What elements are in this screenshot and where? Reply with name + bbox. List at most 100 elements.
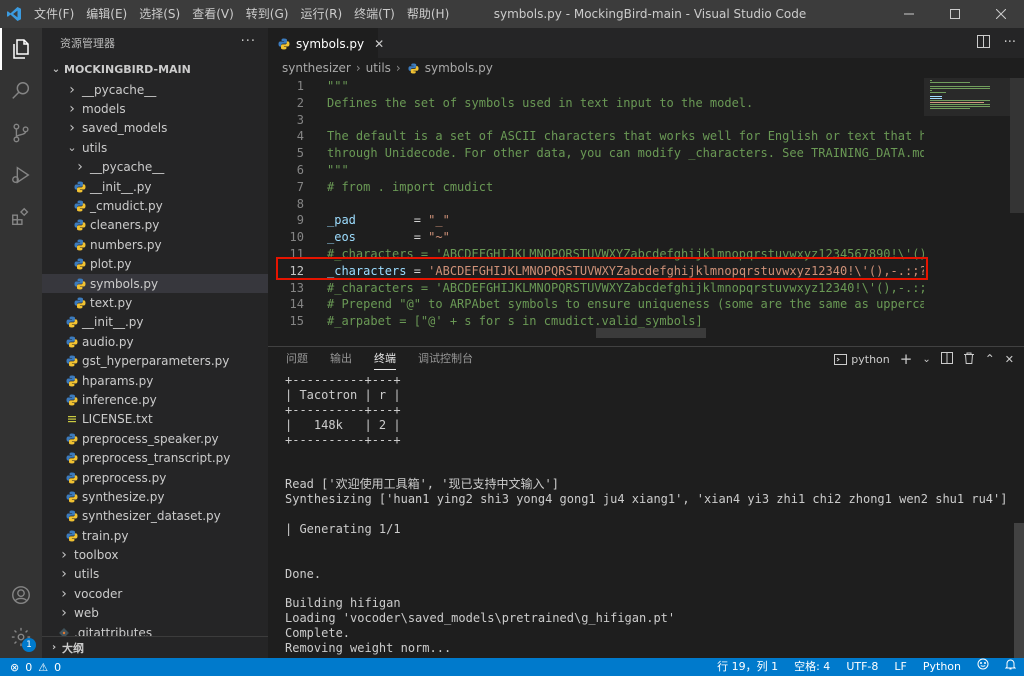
more-actions-button[interactable]: ··· <box>241 34 256 49</box>
panel-tab[interactable]: 调试控制台 <box>418 350 473 370</box>
menu-item[interactable]: 终端(T) <box>348 0 401 28</box>
tree-file[interactable]: __init__.py <box>42 313 268 332</box>
line-number: 15 <box>289 314 304 329</box>
indentation[interactable]: 空格: 4 <box>786 658 838 676</box>
menu-item[interactable]: 转到(G) <box>240 0 295 28</box>
menu-item[interactable]: 查看(V) <box>186 0 240 28</box>
problems-status[interactable]: ⊗ 0 ⚠ 0 <box>0 661 61 674</box>
tree-file[interactable]: inference.py <box>42 390 268 409</box>
code-line[interactable]: 9 _pad = "_" <box>268 212 924 229</box>
extensions-icon[interactable] <box>0 196 42 238</box>
tree-folder[interactable]: › utils <box>42 565 268 584</box>
menu-item[interactable]: 编辑(E) <box>80 0 133 28</box>
tree-file[interactable]: gst_hyperparameters.py <box>42 351 268 370</box>
code-line[interactable]: 3 <box>268 112 924 129</box>
tree-file[interactable]: synthesize.py <box>42 487 268 506</box>
tree-folder[interactable]: › web <box>42 604 268 623</box>
minimize-button[interactable] <box>886 0 932 28</box>
editor-horizontal-scrollbar[interactable] <box>596 328 706 338</box>
menu-item[interactable]: 文件(F) <box>28 0 80 28</box>
chevron-down-icon[interactable]: ⌄ <box>922 354 930 365</box>
tree-file[interactable]: __init__.py <box>42 177 268 196</box>
tree-file[interactable]: plot.py <box>42 255 268 274</box>
menu-item[interactable]: 运行(R) <box>294 0 348 28</box>
menu-item[interactable]: 选择(S) <box>133 0 186 28</box>
code-line[interactable]: 14 # Prepend "@" to ARPAbet symbols to en… <box>268 296 924 313</box>
trash-icon[interactable] <box>963 352 975 367</box>
panel-tab[interactable]: 输出 <box>330 350 352 370</box>
breadcrumb-item-symbols[interactable]: symbols.py <box>425 61 493 75</box>
code-editor[interactable]: 1 """ 2 Defines the set of symbols used in … <box>268 78 924 346</box>
close-window-button[interactable] <box>978 0 1024 28</box>
tree-file[interactable]: preprocess.py <box>42 468 268 487</box>
run-debug-icon[interactable] <box>0 154 42 196</box>
split-terminal-icon[interactable] <box>940 351 953 367</box>
tree-file[interactable]: symbols.py <box>42 273 268 294</box>
close-tab-icon[interactable]: ✕ <box>374 37 384 51</box>
tree-file[interactable]: train.py <box>42 526 268 545</box>
tree-file[interactable]: synthesizer_dataset.py <box>42 507 268 526</box>
code-line[interactable]: 10 _eos = "~" <box>268 229 924 246</box>
tree-folder[interactable]: › saved_models <box>42 119 268 138</box>
notifications-bell-icon[interactable] <box>997 658 1024 676</box>
tree-file[interactable]: LICENSE.txt <box>42 410 268 429</box>
search-icon[interactable] <box>0 70 42 112</box>
tab-symbols-py[interactable]: symbols.py ✕ <box>268 28 384 58</box>
minimap[interactable] <box>924 78 1010 346</box>
cursor-position[interactable]: 行 19，列 1 <box>709 658 786 676</box>
tree-folder[interactable]: › vocoder <box>42 584 268 603</box>
tree-file[interactable]: text.py <box>42 293 268 312</box>
manage-gear-icon[interactable]: 1 <box>0 616 42 658</box>
menu-item[interactable]: 帮助(H) <box>401 0 455 28</box>
language-mode[interactable]: Python <box>915 658 969 676</box>
source-control-icon[interactable] <box>0 112 42 154</box>
code-line[interactable]: 4 The default is a set of ASCII character… <box>268 128 924 145</box>
feedback-icon[interactable] <box>969 658 997 676</box>
tree-file[interactable]: hparams.py <box>42 371 268 390</box>
tree-folder[interactable]: › __pycache__ <box>42 158 268 177</box>
terminal-output[interactable]: +----------+---+ | Tacotron | r | +-------… <box>285 373 1005 657</box>
code-line[interactable]: 2 Defines the set of symbols used in text… <box>268 95 924 112</box>
tree-file[interactable]: audio.py <box>42 332 268 351</box>
outline-section[interactable]: › 大纲 <box>42 636 268 658</box>
code-token: = <box>355 230 429 245</box>
tree-file[interactable]: preprocess_speaker.py <box>42 429 268 448</box>
panel-tab[interactable]: 终端 <box>374 350 396 370</box>
code-line[interactable]: 7 # from . import cmudict <box>268 179 924 196</box>
code-line[interactable]: 13 #_characters = 'ABCDEFGHIJKLMNOPQRSTUV… <box>268 280 924 297</box>
code-line[interactable]: 5 through Unidecode. For other data, you … <box>268 145 924 162</box>
panel-tab[interactable]: 问题 <box>286 350 308 370</box>
editor-scrollbar[interactable] <box>1010 78 1024 346</box>
close-panel-icon[interactable]: ✕ <box>1005 353 1014 366</box>
breadcrumb-item-utils[interactable]: utils <box>366 61 391 75</box>
chevron-down-icon: ⌄ <box>51 63 61 75</box>
terminal-shell-selector[interactable]: python <box>834 353 890 366</box>
tree-item-label: inference.py <box>82 392 157 407</box>
explorer-icon[interactable] <box>0 28 42 70</box>
python-file-icon <box>72 200 88 212</box>
maximize-button[interactable] <box>932 0 978 28</box>
tree-file[interactable]: numbers.py <box>42 235 268 254</box>
tree-folder[interactable]: › toolbox <box>42 545 268 564</box>
tree-file[interactable]: cleaners.py <box>42 216 268 235</box>
license-file-icon <box>64 413 80 425</box>
breadcrumb-item-synthesizer[interactable]: synthesizer <box>282 61 351 75</box>
tree-file[interactable]: _cmudict.py <box>42 196 268 215</box>
end-of-line[interactable]: LF <box>886 658 914 676</box>
code-line[interactable]: 8 <box>268 196 924 213</box>
split-editor-icon[interactable] <box>976 35 990 52</box>
tree-folder[interactable]: ⌄ utils <box>42 138 268 157</box>
encoding[interactable]: UTF-8 <box>838 658 886 676</box>
workspace-root[interactable]: ⌄ MOCKINGBIRD-MAIN <box>42 58 268 80</box>
terminal-scrollbar[interactable] <box>1014 523 1024 659</box>
more-editor-actions-button[interactable]: ··· <box>1004 35 1016 52</box>
code-line[interactable]: 6 """ <box>268 162 924 179</box>
new-terminal-icon[interactable]: + <box>900 350 913 368</box>
accounts-icon[interactable] <box>0 574 42 616</box>
tree-file[interactable]: preprocess_transcript.py <box>42 448 268 467</box>
maximize-panel-icon[interactable]: ⌃ <box>985 352 995 366</box>
tree-folder[interactable]: › models <box>42 99 268 118</box>
code-line[interactable]: 1 """ <box>268 78 924 95</box>
line-number: 13 <box>289 280 304 295</box>
tree-folder[interactable]: › __pycache__ <box>42 80 268 99</box>
